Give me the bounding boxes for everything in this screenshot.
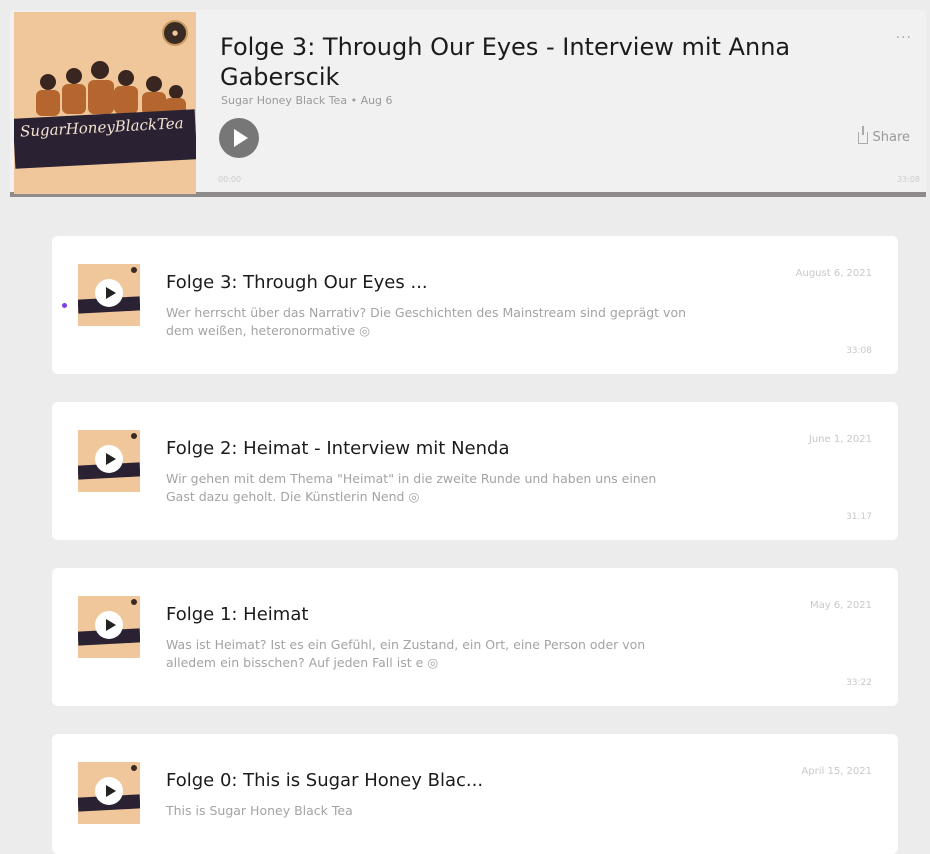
episode-card-title[interactable]: Folge 3: Through Our Eyes ... — [166, 272, 706, 293]
player-header: SugarHoneyBlackTea ● Folge 3: Through Ou… — [10, 10, 926, 197]
total-time: 33:08 — [896, 175, 920, 184]
episode-card-date: August 6, 2021 — [795, 268, 872, 279]
episode-card-title[interactable]: Folge 1: Heimat — [166, 604, 706, 625]
more-options-icon[interactable]: ··· — [896, 30, 912, 46]
episode-card-date: June 1, 2021 — [808, 434, 872, 445]
episode-card-duration: 31:17 — [846, 512, 872, 522]
play-icon[interactable] — [95, 445, 123, 473]
episode-card-duration: 33:08 — [846, 346, 872, 356]
episode-card-title[interactable]: Folge 2: Heimat - Interview mit Nenda — [166, 438, 706, 459]
episode-card-title[interactable]: Folge 0: This is Sugar Honey Blac... — [166, 770, 706, 791]
cover-badge-icon: ● — [162, 20, 188, 46]
play-button[interactable] — [219, 118, 259, 158]
episode-meta: Sugar Honey Black Tea • Aug 6 — [221, 94, 393, 107]
episode-card-description: Wir gehen mit dem Thema "Heimat" in die … — [166, 471, 657, 504]
thumb-badge-icon — [131, 433, 137, 439]
play-icon[interactable] — [95, 777, 123, 805]
share-label: Share — [872, 130, 910, 145]
episode-card-date: May 6, 2021 — [809, 600, 872, 611]
current-time: 00:00 — [218, 175, 242, 184]
episode-card-duration: 33:22 — [846, 678, 872, 688]
podcast-cover-art: SugarHoneyBlackTea ● — [14, 12, 196, 194]
podcast-embed: SugarHoneyBlackTea ● Folge 3: Through Ou… — [0, 0, 930, 854]
episode-card-description: Was ist Heimat? Ist es ein Gefühl, ein Z… — [166, 637, 646, 670]
episode-thumbnail[interactable] — [78, 264, 140, 326]
episode-card-description: This is Sugar Honey Black Tea — [166, 803, 353, 818]
thumb-badge-icon — [131, 765, 137, 771]
play-icon[interactable] — [95, 279, 123, 307]
episode-card-description: Wer herrscht über das Narrativ? Die Gesc… — [166, 305, 687, 338]
play-icon[interactable] — [95, 611, 123, 639]
episode-thumbnail[interactable] — [78, 762, 140, 824]
thumb-badge-icon — [131, 267, 137, 273]
share-icon — [858, 125, 869, 144]
episode-date: Aug 6 — [360, 94, 393, 107]
episode-card-date: April 15, 2021 — [801, 766, 872, 777]
episode-card[interactable]: Folge 2: Heimat - Interview mit Nenda Wi… — [52, 402, 898, 540]
meta-separator: • — [350, 94, 361, 107]
thumb-badge-icon — [131, 599, 137, 605]
episode-card[interactable]: Folge 1: Heimat Was ist Heimat? Ist es e… — [52, 568, 898, 706]
new-episode-indicator — [62, 303, 67, 308]
show-name: Sugar Honey Black Tea — [221, 94, 348, 107]
share-button[interactable]: Share — [858, 125, 910, 145]
episode-card[interactable]: Folge 3: Through Our Eyes ... Wer herrsc… — [52, 236, 898, 374]
episode-title: Folge 3: Through Our Eyes - Interview mi… — [220, 33, 791, 91]
episode-thumbnail[interactable] — [78, 596, 140, 658]
episode-card[interactable]: Folge 0: This is Sugar Honey Blac... Thi… — [52, 734, 898, 854]
episode-thumbnail[interactable] — [78, 430, 140, 492]
